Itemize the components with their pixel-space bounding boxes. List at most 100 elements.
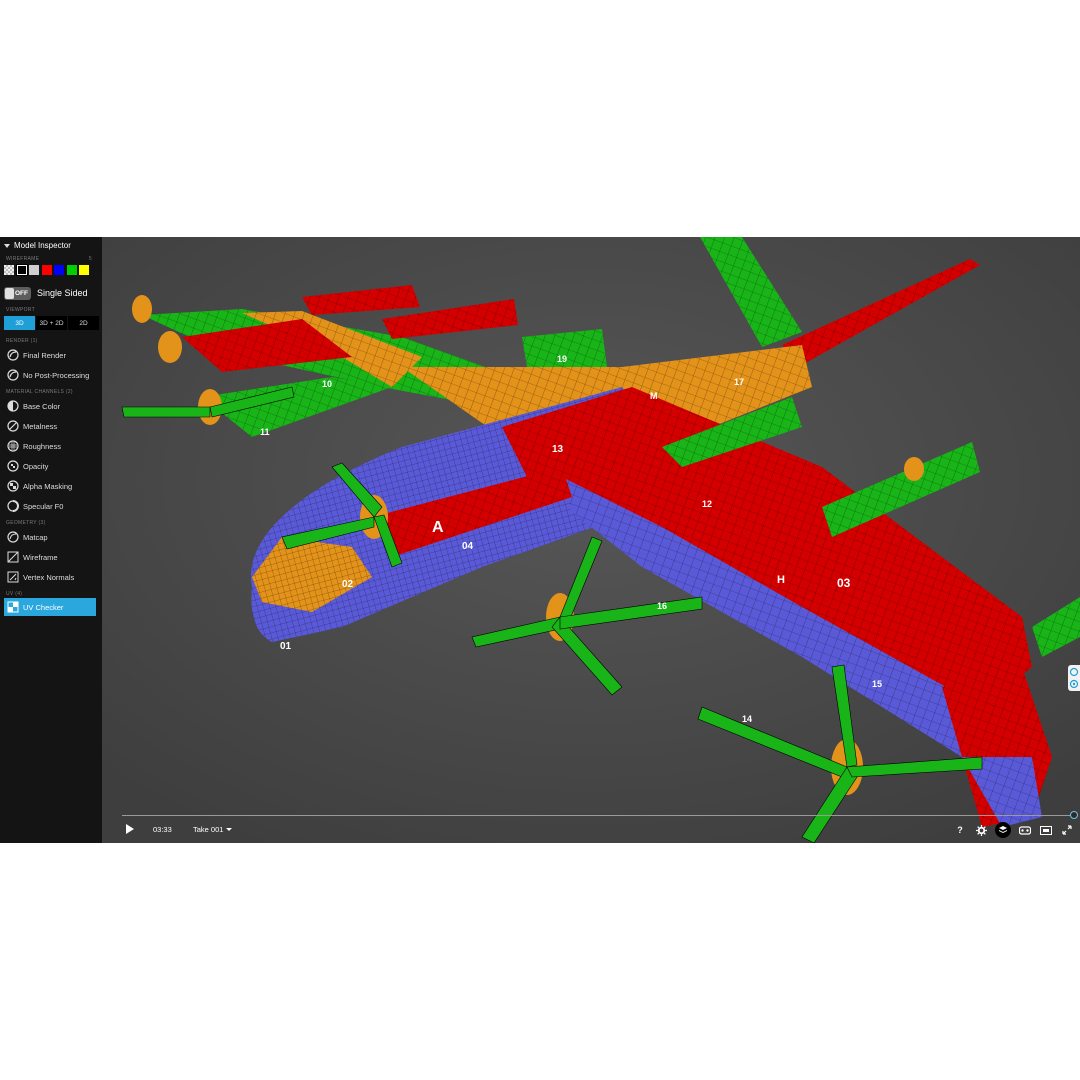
- matcap-icon: [7, 531, 19, 543]
- uv-label-a: A: [432, 519, 444, 536]
- matcap-item[interactable]: Matcap: [0, 527, 102, 547]
- swatch-green[interactable]: [66, 265, 77, 275]
- uv-label-01: 01: [280, 641, 292, 652]
- time-display: 03:33: [153, 825, 172, 834]
- wireframe-section-label: WIREFRAME 5: [0, 254, 102, 263]
- render-section-label: RENDER (1): [0, 336, 102, 345]
- play-icon: [126, 824, 134, 834]
- swatch-transparent[interactable]: [4, 265, 14, 275]
- final-render-item[interactable]: Final Render: [0, 345, 102, 365]
- take-selector[interactable]: Take 001: [193, 825, 233, 834]
- model-inspector-layers-icon[interactable]: [995, 822, 1011, 838]
- opacity-item[interactable]: Opacity: [0, 456, 102, 476]
- player-controls: 03:33 Take 001 ?: [102, 822, 1080, 838]
- vertex-normals-icon: [7, 571, 19, 583]
- specular-f0-icon: [7, 500, 19, 512]
- opacity-label: Opacity: [23, 461, 49, 471]
- wireframe-item[interactable]: Wireframe: [0, 547, 102, 567]
- roughness-item[interactable]: Roughness: [0, 436, 102, 456]
- vr-headset-icon[interactable]: [1018, 823, 1032, 837]
- aircraft-model-render: 01 02 04 03 A 13 17 19 11 16 14 H M 10 1…: [102, 237, 1080, 843]
- viewport-label: VIEWPORT: [6, 306, 35, 313]
- alpha-masking-label: Alpha Masking: [23, 481, 73, 491]
- viewport-3d-button[interactable]: 3D: [4, 316, 35, 330]
- wireframe-label-item: Wireframe: [23, 552, 58, 562]
- viewport-mode-selector: 3D 3D + 2D 2D: [0, 316, 102, 330]
- no-post-processing-label: No Post-Processing: [23, 370, 90, 380]
- alpha-masking-item[interactable]: Alpha Masking: [0, 476, 102, 496]
- uv-label-03: 03: [837, 576, 851, 590]
- uv-checker-item[interactable]: UV Checker: [4, 598, 96, 616]
- model-viewer-app: Model Inspector WIREFRAME 5 OFF Single S…: [0, 237, 1080, 843]
- toggle-knob: [5, 287, 14, 299]
- roughness-icon: [7, 440, 19, 452]
- uv-label-15: 15: [872, 679, 882, 689]
- help-icon[interactable]: ?: [953, 823, 967, 837]
- single-sided-row: OFF Single Sided: [0, 283, 102, 303]
- swatch-blue[interactable]: [54, 265, 64, 275]
- final-render-label: Final Render: [23, 350, 66, 360]
- base-color-label: Base Color: [23, 401, 61, 411]
- alpha-masking-icon: [7, 480, 19, 492]
- swatch-black[interactable]: [15, 264, 28, 276]
- metalness-item[interactable]: Metalness: [0, 416, 102, 436]
- specular-f0-label: Specular F0: [23, 501, 64, 511]
- opacity-icon: [7, 460, 19, 472]
- panel-header[interactable]: Model Inspector: [0, 237, 102, 254]
- uv-label-04: 04: [462, 541, 474, 552]
- animation-timeline[interactable]: [122, 815, 1072, 816]
- take-label: Take 001: [193, 825, 224, 834]
- geometry-section-label: GEOMETRY (3): [0, 518, 102, 527]
- screen-cast-icon[interactable]: [1039, 823, 1053, 837]
- uv-label-13: 13: [552, 444, 564, 455]
- wireframe-color-swatches: [0, 263, 102, 277]
- material-section-label: MATERIAL CHANNELS (2): [0, 387, 102, 396]
- timeline-handle[interactable]: [1070, 811, 1078, 819]
- viewport-section-label: VIEWPORT: [0, 305, 102, 314]
- wireframe-label: WIREFRAME: [6, 255, 40, 262]
- single-sided-toggle[interactable]: OFF: [4, 286, 31, 300]
- collapse-triangle-icon[interactable]: [4, 243, 10, 248]
- toggle-state: OFF: [15, 289, 28, 297]
- geometry-label: GEOMETRY (3): [6, 519, 46, 526]
- single-sided-label: Single Sided: [37, 288, 88, 298]
- no-post-processing-icon: [7, 369, 19, 381]
- wireframe-count: 5: [88, 255, 92, 262]
- panel-title: Model Inspector: [14, 241, 71, 250]
- swatch-red[interactable]: [41, 265, 52, 275]
- specular-f0-item[interactable]: Specular F0: [0, 496, 102, 516]
- wireframe-icon: [7, 551, 19, 563]
- target-icon[interactable]: [1069, 667, 1079, 677]
- uv-label-17: 17: [734, 377, 744, 387]
- uv-checker-label: UV Checker: [23, 602, 64, 612]
- vertex-normals-item[interactable]: Vertex Normals: [0, 567, 102, 587]
- base-color-icon: [7, 400, 19, 412]
- roughness-label: Roughness: [23, 441, 61, 451]
- metalness-label: Metalness: [23, 421, 58, 431]
- uv-label-h: H: [777, 574, 785, 586]
- uv-label-14: 14: [742, 714, 752, 724]
- render-label: RENDER (1): [6, 337, 38, 344]
- uv-section-label: UV (4): [0, 589, 102, 598]
- settings-gear-icon[interactable]: [974, 823, 988, 837]
- uv-checker-icon: [7, 601, 19, 613]
- fullscreen-icon[interactable]: [1060, 823, 1074, 837]
- model-inspector-panel: Model Inspector WIREFRAME 5 OFF Single S…: [0, 237, 102, 843]
- material-label: MATERIAL CHANNELS (2): [6, 388, 73, 395]
- uv-label-02: 02: [342, 579, 354, 590]
- base-color-item[interactable]: Base Color: [0, 396, 102, 416]
- viewport-3d-2d-button[interactable]: 3D + 2D: [36, 316, 67, 330]
- uv-label-10: 10: [322, 379, 332, 389]
- chevron-down-icon: [226, 828, 233, 831]
- 3d-viewport[interactable]: 01 02 04 03 A 13 17 19 11 16 14 H M 10 1…: [102, 237, 1080, 843]
- play-button[interactable]: [126, 824, 134, 834]
- viewport-2d-button[interactable]: 2D: [68, 316, 99, 330]
- matcap-label: Matcap: [23, 532, 48, 542]
- metalness-icon: [7, 420, 19, 432]
- swatch-yellow[interactable]: [79, 265, 89, 275]
- no-post-processing-item[interactable]: No Post-Processing: [0, 365, 102, 385]
- side-tools[interactable]: [1068, 665, 1080, 691]
- swatch-grey[interactable]: [29, 265, 39, 275]
- uv-label-12: 12: [702, 499, 712, 509]
- final-render-icon: [7, 349, 19, 361]
